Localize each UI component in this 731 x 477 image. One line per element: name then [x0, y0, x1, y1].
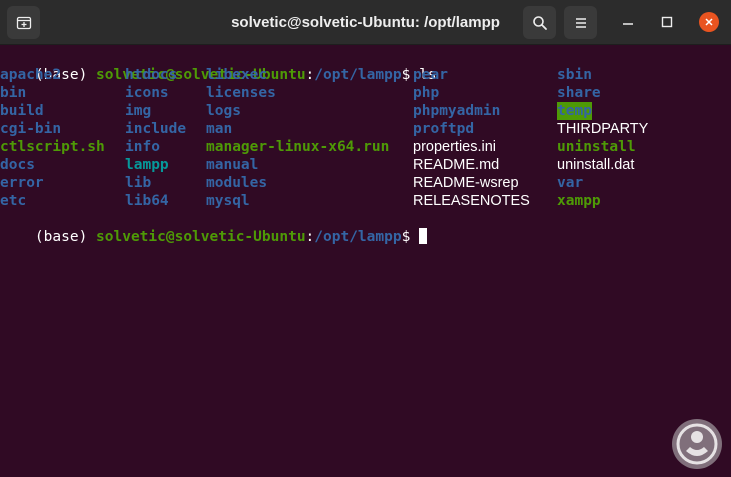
dir-entry: docs	[0, 157, 35, 173]
exec-entry: manager-linux-x64.run	[206, 139, 390, 155]
close-button[interactable]	[699, 12, 719, 32]
prompt-symbol: $	[401, 229, 420, 245]
file-entry: README.md	[413, 157, 500, 173]
dir-entry: var	[557, 175, 584, 191]
file-entry: properties.ini	[413, 139, 497, 155]
file-entry: RELEASENOTES	[413, 193, 530, 209]
watermark-logo-icon	[672, 419, 722, 469]
terminal-area[interactable]: (base) solvetic@solvetic-Ubuntu:/opt/lam…	[0, 45, 731, 477]
dir-entry: sbin	[557, 67, 592, 83]
text-cursor	[419, 228, 428, 244]
dir-entry: share	[557, 85, 601, 101]
prompt-colon: :	[305, 67, 315, 83]
listing-row: ctlscript.sh info manager-linux-x64.run …	[0, 138, 636, 156]
dir-entry: mysql	[206, 193, 250, 209]
dir-entry: error	[0, 175, 44, 191]
dir-entry: bin	[0, 85, 27, 101]
dir-entry: build	[0, 103, 44, 119]
prompt-env: (base)	[34, 229, 97, 245]
maximize-icon	[661, 16, 673, 28]
listing-row: build img logs phpmyadmin temp	[0, 102, 592, 120]
exec-entry: uninstall	[557, 139, 636, 155]
sticky-dir-entry: temp	[557, 102, 592, 120]
dir-entry: pear	[413, 67, 448, 83]
file-entry: README-wsrep	[413, 175, 519, 191]
dir-entry: phpmyadmin	[413, 103, 501, 119]
file-entry: THIRDPARTY	[557, 121, 649, 137]
dir-entry: licenses	[206, 85, 276, 101]
prompt-path: /opt/lampp	[314, 67, 402, 83]
file-entry: uninstall.dat	[557, 157, 635, 173]
dir-entry: cgi-bin	[0, 121, 62, 137]
dir-entry: logs	[206, 103, 241, 119]
search-button[interactable]	[523, 6, 556, 39]
prompt-user-host: solvetic@solvetic-Ubuntu	[96, 229, 306, 245]
dir-entry: man	[206, 121, 233, 137]
listing-row: error lib modules README-wsrep var	[0, 174, 583, 192]
dir-entry: img	[125, 103, 152, 119]
prompt-line: (base) solvetic@solvetic-Ubuntu:/opt/lam…	[0, 210, 428, 245]
listing-row: etc lib64 mysql RELEASENOTES xampp	[0, 192, 601, 210]
dir-entry: etc	[0, 193, 27, 209]
title-bar: solvetic@solvetic-Ubuntu: /opt/lampp	[0, 0, 731, 45]
listing-row: cgi-bin include man proftpd THIRDPARTY	[0, 120, 648, 138]
minimize-icon	[623, 23, 633, 25]
dir-entry: htdocs	[125, 67, 178, 83]
prompt-colon: :	[305, 229, 315, 245]
listing-row: apache2 htdocs libexec pear sbin	[0, 66, 592, 84]
close-icon	[705, 18, 713, 26]
listing-row: docs lampp manual README.md uninstall.da…	[0, 156, 634, 174]
menu-icon	[575, 17, 586, 28]
symlink-entry: lampp	[125, 157, 169, 173]
minimize-button[interactable]	[616, 10, 640, 34]
dir-entry: icons	[125, 85, 169, 101]
dir-entry: lib64	[125, 193, 169, 209]
maximize-button[interactable]	[655, 10, 679, 34]
dir-entry: apache2	[0, 67, 62, 83]
dir-entry: modules	[206, 175, 268, 191]
dir-entry: php	[413, 85, 440, 101]
exec-entry: xampp	[557, 193, 601, 209]
prompt-path: /opt/lampp	[314, 229, 402, 245]
dir-entry: info	[125, 139, 160, 155]
listing-row: bin icons licenses php share	[0, 84, 601, 102]
dir-entry: proftpd	[413, 121, 475, 137]
exec-entry: ctlscript.sh	[0, 139, 105, 155]
search-icon	[532, 15, 547, 30]
menu-button[interactable]	[564, 6, 597, 39]
dir-entry: libexec	[206, 67, 268, 83]
dir-entry: include	[125, 121, 187, 137]
dir-entry: manual	[206, 157, 259, 173]
dir-entry: lib	[125, 175, 152, 191]
command-line: (base) solvetic@solvetic-Ubuntu:/opt/lam…	[0, 48, 437, 83]
